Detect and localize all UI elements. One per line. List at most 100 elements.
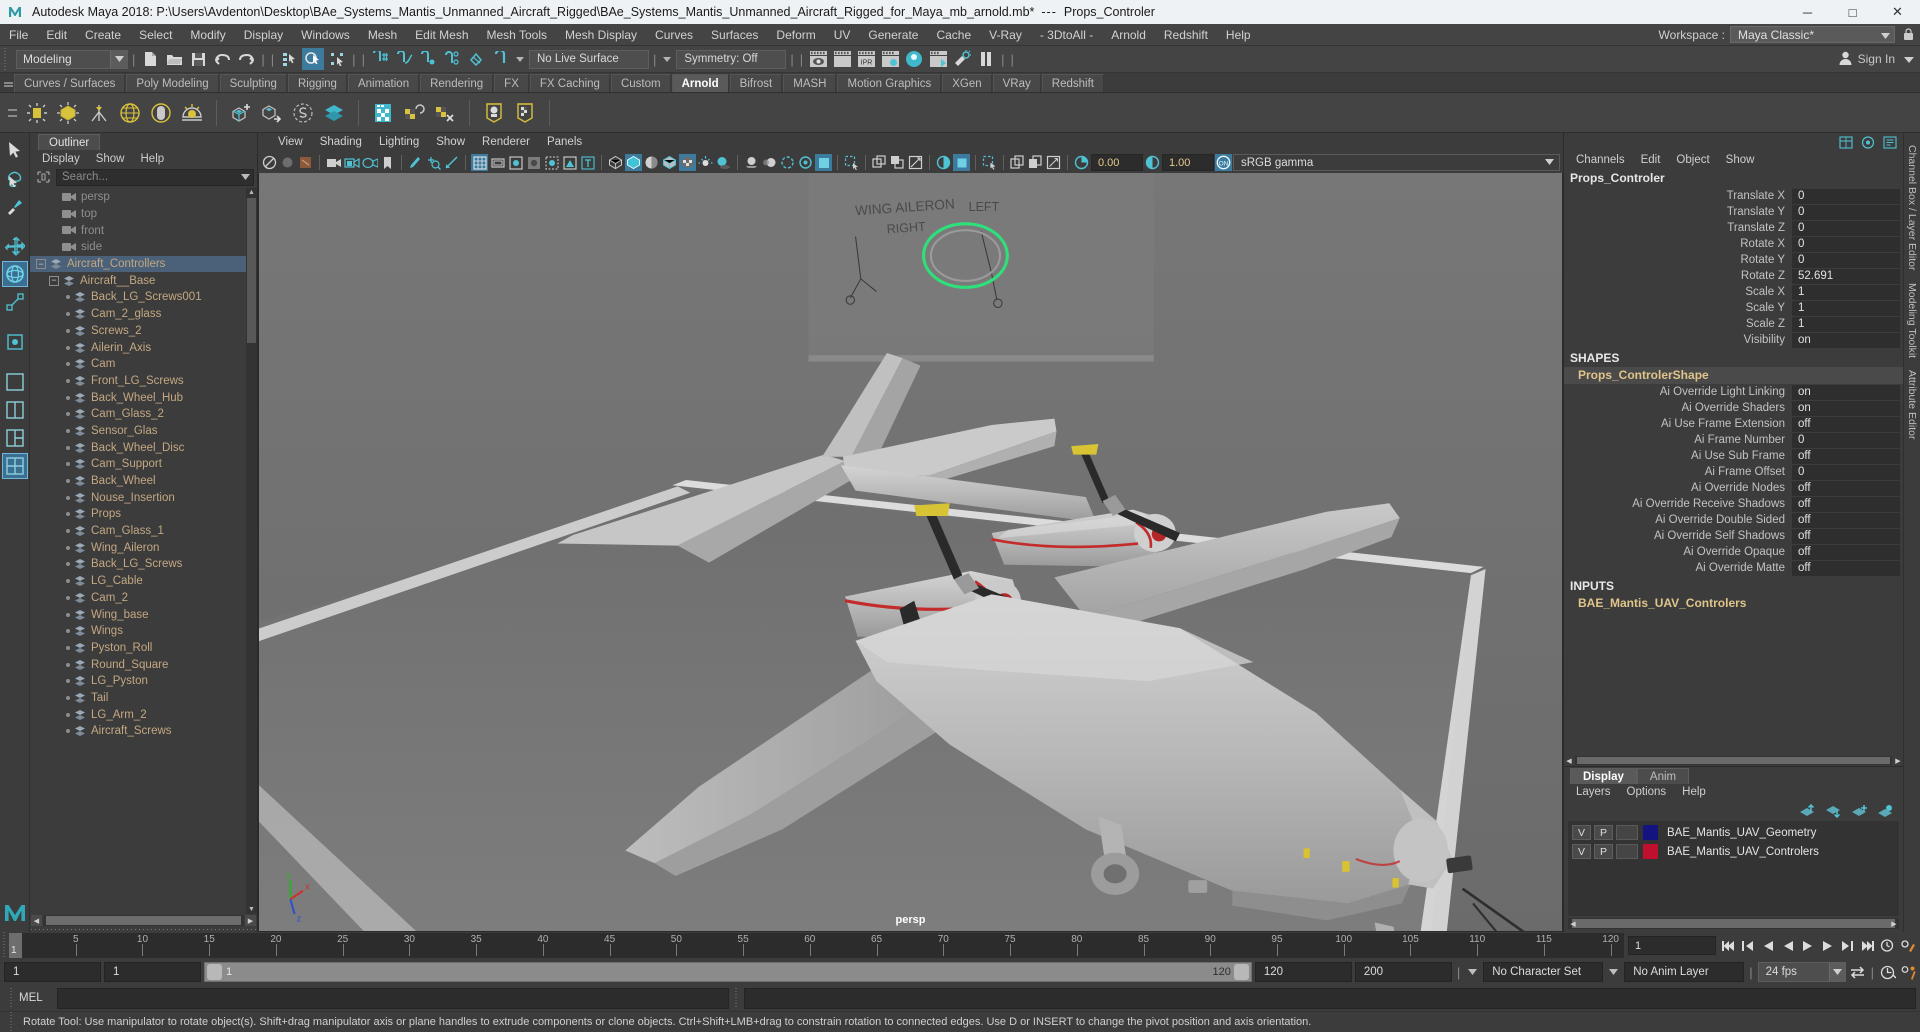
exposure-icon[interactable] — [1073, 154, 1090, 171]
play-backwards-button[interactable] — [1779, 937, 1796, 955]
lasso-tool[interactable] — [2, 165, 28, 191]
exposure-control-icon[interactable] — [425, 154, 442, 171]
scroll-right-arrow-icon[interactable]: ▶ — [1889, 920, 1899, 928]
range-start-field[interactable]: 1 — [4, 962, 101, 982]
channel-attr-label[interactable]: Ai Override Matte — [1564, 562, 1792, 574]
shelf-tab-custom[interactable]: Custom — [610, 74, 671, 92]
camera-icon[interactable] — [325, 154, 342, 171]
viewport-menu-panels[interactable]: Panels — [539, 133, 590, 152]
snap-to-curve-button[interactable] — [393, 48, 415, 70]
move-layer-up-icon[interactable] — [1799, 804, 1815, 819]
screen-space-ao-icon[interactable] — [743, 154, 760, 171]
channel-attr-label[interactable]: Scale Z — [1564, 318, 1792, 330]
minimize-button[interactable]: ─ — [1785, 0, 1830, 24]
shelf-tab-curves-surfaces[interactable]: Curves / Surfaces — [14, 74, 126, 92]
character-set-field[interactable]: No Character Set — [1483, 962, 1604, 982]
shadow-maps-icon[interactable] — [889, 154, 906, 171]
select-component-button[interactable] — [326, 48, 348, 70]
playback-loop-button[interactable] — [1849, 963, 1866, 981]
bookmark-icon[interactable] — [379, 154, 396, 171]
pause-ipr-button[interactable] — [975, 48, 997, 70]
outliner-item[interactable]: LG_Pyston — [30, 673, 257, 690]
outliner-item[interactable]: Nouse_Insertion — [30, 489, 257, 506]
layer-color-swatch[interactable] — [1643, 825, 1658, 840]
outliner-item[interactable]: Cam — [30, 356, 257, 373]
animation-preferences-button[interactable] — [1899, 937, 1916, 955]
menu-surfaces[interactable]: Surfaces — [702, 24, 767, 46]
channel-attr-value[interactable]: 0 — [1792, 204, 1900, 220]
arnold-photometric-light-icon[interactable] — [85, 98, 113, 128]
layer-menu-options[interactable]: Options — [1619, 784, 1675, 801]
channel-attr-label[interactable]: Visibility — [1564, 334, 1792, 346]
channel-attr-value[interactable]: off — [1792, 496, 1900, 512]
outliner-menu-help[interactable]: Help — [134, 150, 172, 168]
menu-curves[interactable]: Curves — [646, 24, 702, 46]
shaded-wireframe-icon[interactable] — [661, 154, 678, 171]
ipr-render-button[interactable]: IPR — [855, 48, 877, 70]
menu-windows[interactable]: Windows — [292, 24, 359, 46]
arnold-mesh-light-icon[interactable] — [54, 98, 82, 128]
marquee-select-icon[interactable] — [981, 154, 998, 171]
color-management-icon[interactable] — [935, 154, 952, 171]
search-scope-icon[interactable] — [34, 169, 52, 185]
render-view-button[interactable] — [927, 48, 949, 70]
snap-to-view-plane-button[interactable] — [465, 48, 487, 70]
outliner-item[interactable]: Tail — [30, 690, 257, 707]
channel-attr-value[interactable]: 1 — [1792, 300, 1900, 316]
shadows-icon[interactable] — [715, 154, 732, 171]
channel-attr-label[interactable]: Translate X — [1564, 190, 1792, 202]
channel-attr-value[interactable]: on — [1792, 332, 1900, 348]
channel-attr-label[interactable]: Scale X — [1564, 286, 1792, 298]
exposure-gamma-icon[interactable] — [907, 154, 924, 171]
channel-attr-label[interactable]: Scale Y — [1564, 302, 1792, 314]
snap-to-point-button[interactable] — [417, 48, 439, 70]
tree-expand-toggle[interactable]: − — [36, 259, 46, 270]
help-line-grip[interactable] — [8, 1012, 15, 1032]
menu-3dtoall[interactable]: - 3DtoAll - — [1031, 24, 1102, 46]
menu-mesh-display[interactable]: Mesh Display — [556, 24, 646, 46]
outliner-item[interactable]: Round_Square — [30, 656, 257, 673]
outliner-item[interactable]: Cam_Glass_1 — [30, 523, 257, 540]
hscroll-thumb[interactable] — [46, 916, 241, 925]
playback-speed-select[interactable]: 24 fps — [1757, 962, 1846, 982]
isolate-select-icon[interactable] — [843, 154, 860, 171]
text-display-icon[interactable] — [579, 154, 596, 171]
shelf-tab-xgen[interactable]: XGen — [942, 74, 992, 92]
channel-attr-label[interactable]: Ai Override Receive Shadows — [1564, 498, 1792, 510]
go-to-end-button[interactable] — [1859, 937, 1876, 955]
anim-layer-caret-icon[interactable] — [1606, 969, 1621, 975]
step-forward-frame-button[interactable] — [1819, 937, 1836, 955]
chevron-down-icon[interactable] — [241, 173, 250, 182]
shelf-tab-bifrost[interactable]: Bifrost — [729, 74, 783, 92]
light-settings-button[interactable] — [951, 48, 973, 70]
layer-hscrollbar[interactable]: ◀ ▶ — [1568, 918, 1899, 929]
scroll-left-arrow-icon[interactable]: ◀ — [31, 915, 42, 926]
command-splitter-grip[interactable] — [733, 987, 740, 1009]
channel-attr-label[interactable]: Rotate Y — [1564, 254, 1792, 266]
outliner-item[interactable]: Back_Wheel — [30, 473, 257, 490]
menu-mesh[interactable]: Mesh — [359, 24, 406, 46]
xray-joints-icon[interactable] — [561, 154, 578, 171]
channel-attr-value[interactable]: 0 — [1792, 188, 1900, 204]
add-selected-to-layer-icon[interactable] — [1877, 804, 1893, 819]
workspace-select[interactable]: Maya Classic* — [1730, 26, 1895, 43]
outliner-item[interactable]: persp — [30, 189, 257, 206]
display-layer-list[interactable]: V P BAE_Mantis_UAV_Geometry V P BAE_Mantis_UA… — [1568, 821, 1899, 916]
arnold-physical-sky-icon[interactable] — [178, 98, 206, 128]
textured-shade-icon[interactable] — [679, 154, 696, 171]
lock-icon[interactable] — [1900, 26, 1916, 43]
layer-playback-toggle[interactable]: P — [1594, 844, 1613, 859]
use-all-lights-icon[interactable] — [697, 154, 714, 171]
menu-generate[interactable]: Generate — [859, 24, 927, 46]
channel-attr-value[interactable]: 0 — [1792, 464, 1900, 480]
channel-menu-channels[interactable]: Channels — [1568, 151, 1633, 169]
outliner-item[interactable]: Cam_2 — [30, 590, 257, 607]
shelf-tab-fx-caching[interactable]: FX Caching — [529, 74, 610, 92]
menu-display[interactable]: Display — [235, 24, 292, 46]
scale-tool[interactable] — [2, 289, 28, 315]
copy-panel-icon[interactable] — [1009, 154, 1026, 171]
select-tool[interactable] — [2, 137, 28, 163]
select-hierarchy-button[interactable] — [278, 48, 300, 70]
smooth-shade-all-icon[interactable] — [625, 154, 642, 171]
layer-visibility-toggle[interactable]: V — [1572, 825, 1591, 840]
